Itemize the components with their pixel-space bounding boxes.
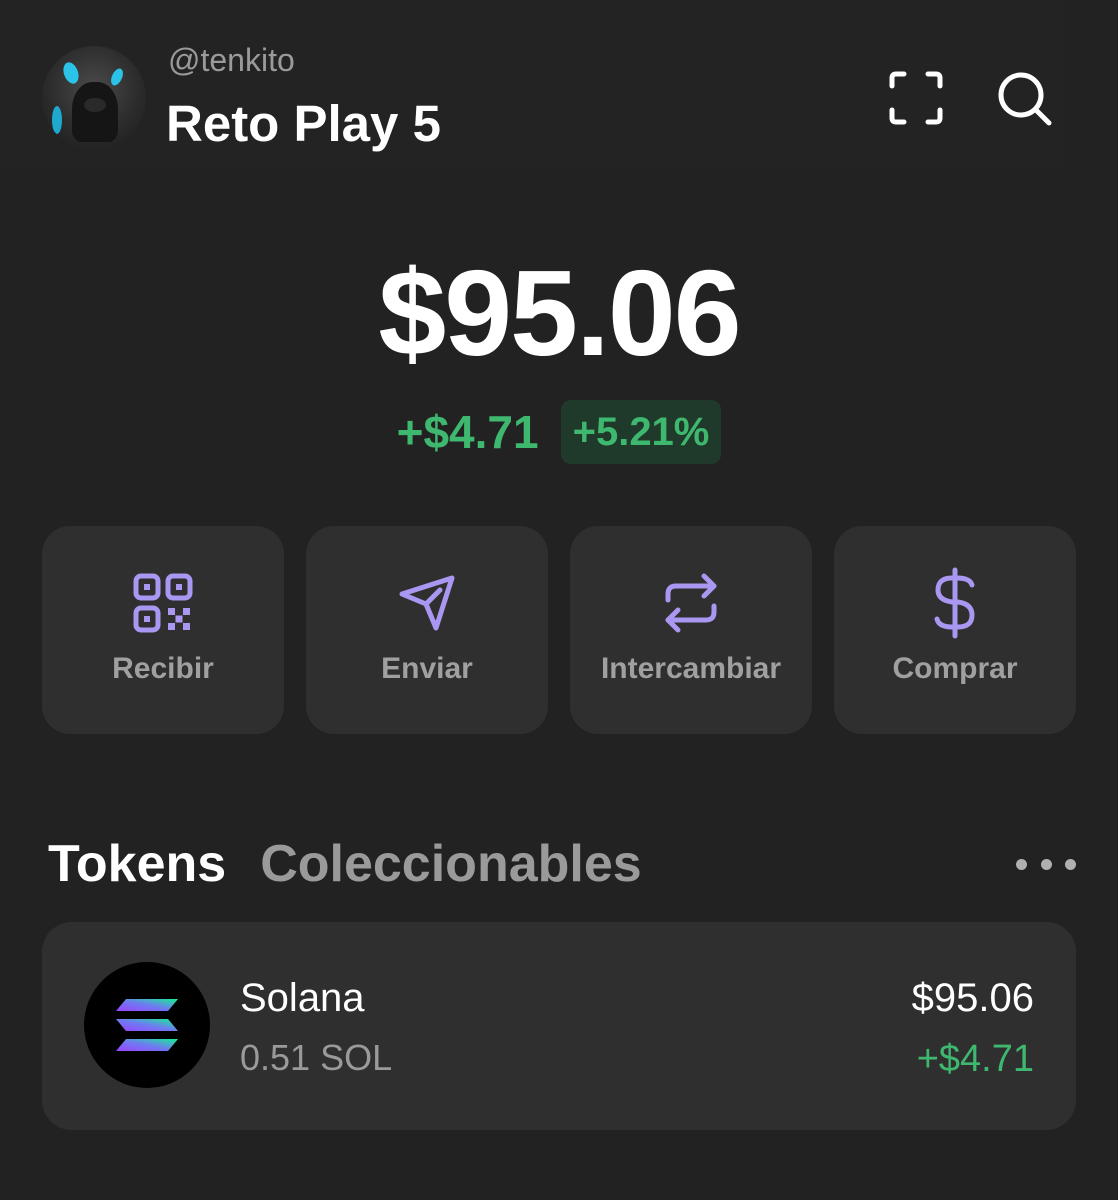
send-icon <box>306 570 548 636</box>
scan-frame-icon[interactable] <box>886 68 946 128</box>
search-icon[interactable] <box>994 68 1054 128</box>
token-value: $95.06 <box>911 976 1034 1020</box>
qr-code-icon <box>42 570 284 636</box>
asset-tabs: Tokens Coleccionables <box>48 838 642 890</box>
account-username[interactable]: @tenkito <box>168 44 295 76</box>
send-button[interactable]: Enviar <box>306 526 548 734</box>
buy-label: Comprar <box>892 652 1018 685</box>
swap-button[interactable]: Intercambiar <box>570 526 812 734</box>
account-name[interactable]: Reto Play 5 <box>166 98 441 149</box>
receive-button[interactable]: Recibir <box>42 526 284 734</box>
solana-logo-icon <box>84 962 210 1088</box>
swap-label: Intercambiar <box>600 652 782 685</box>
balance-change-amount: +$4.71 <box>396 406 539 458</box>
dollar-icon <box>834 567 1076 639</box>
token-name: Solana <box>240 976 365 1020</box>
more-horizontal-icon[interactable] <box>1016 852 1076 876</box>
buy-button[interactable]: Comprar <box>834 526 1076 734</box>
balance-change: +$4.71 +5.21% <box>0 400 1118 464</box>
token-change: +$4.71 <box>916 1038 1034 1080</box>
token-amount: 0.51 SOL <box>240 1037 393 1078</box>
receive-label: Recibir <box>112 652 214 685</box>
token-row-solana[interactable]: Solana 0.51 SOL $95.06 +$4.71 <box>42 922 1076 1130</box>
tab-tokens[interactable]: Tokens <box>48 838 226 890</box>
total-balance: $95.06 <box>378 245 741 381</box>
avatar[interactable] <box>42 46 146 150</box>
tab-collectibles[interactable]: Coleccionables <box>260 838 641 890</box>
balance-change-percent-badge: +5.21% <box>560 400 722 464</box>
action-buttons: Recibir Enviar Intercambiar Comprar <box>42 526 1076 734</box>
swap-icon <box>570 570 812 636</box>
header-bar: @tenkito Reto Play 5 <box>0 0 1064 168</box>
send-label: Enviar <box>381 652 473 685</box>
